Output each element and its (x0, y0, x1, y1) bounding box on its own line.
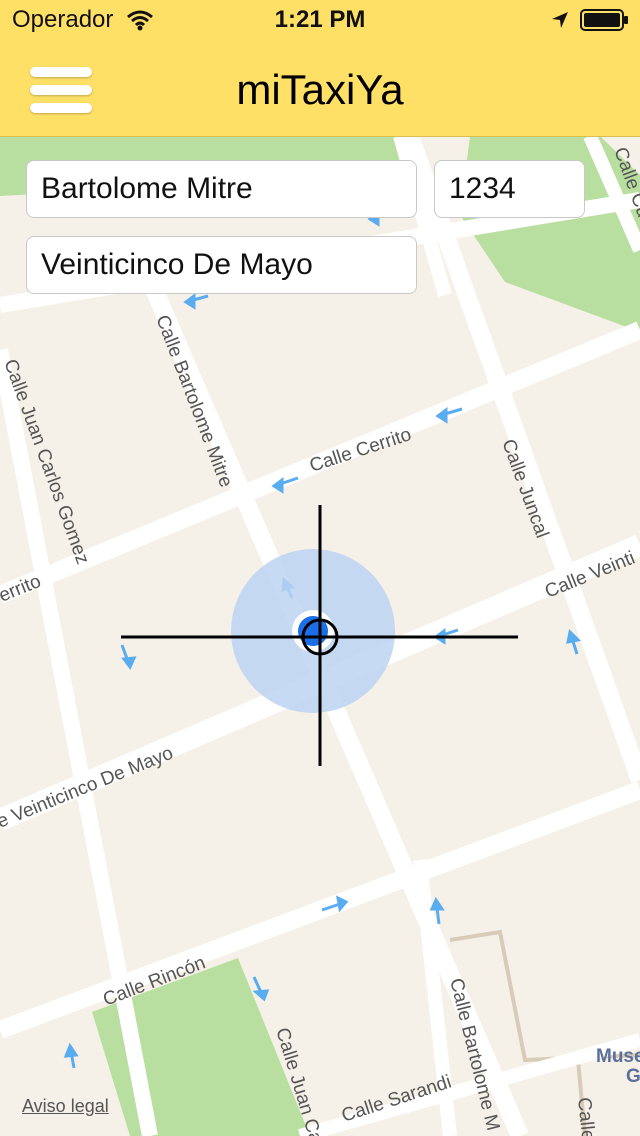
app-title: miTaxiYa (236, 66, 404, 113)
location-arrow-icon (552, 12, 568, 28)
legal-link[interactable]: Aviso legal (22, 1096, 109, 1117)
label-museo-g: G (626, 1066, 640, 1087)
nav-bar: miTaxiYa (0, 40, 640, 137)
status-bar: Operador 1:21 PM (0, 0, 640, 40)
number-input[interactable]: 1234 (434, 160, 585, 218)
battery-icon (580, 9, 628, 31)
street-input[interactable]: Bartolome Mitre (26, 160, 417, 218)
cross-street-input[interactable]: Veinticinco De Mayo (26, 236, 417, 294)
label-calle-right-bottom: Calle (573, 1096, 598, 1136)
label-museo: Muse (596, 1046, 640, 1067)
clock: 1:21 PM (274, 6, 366, 33)
